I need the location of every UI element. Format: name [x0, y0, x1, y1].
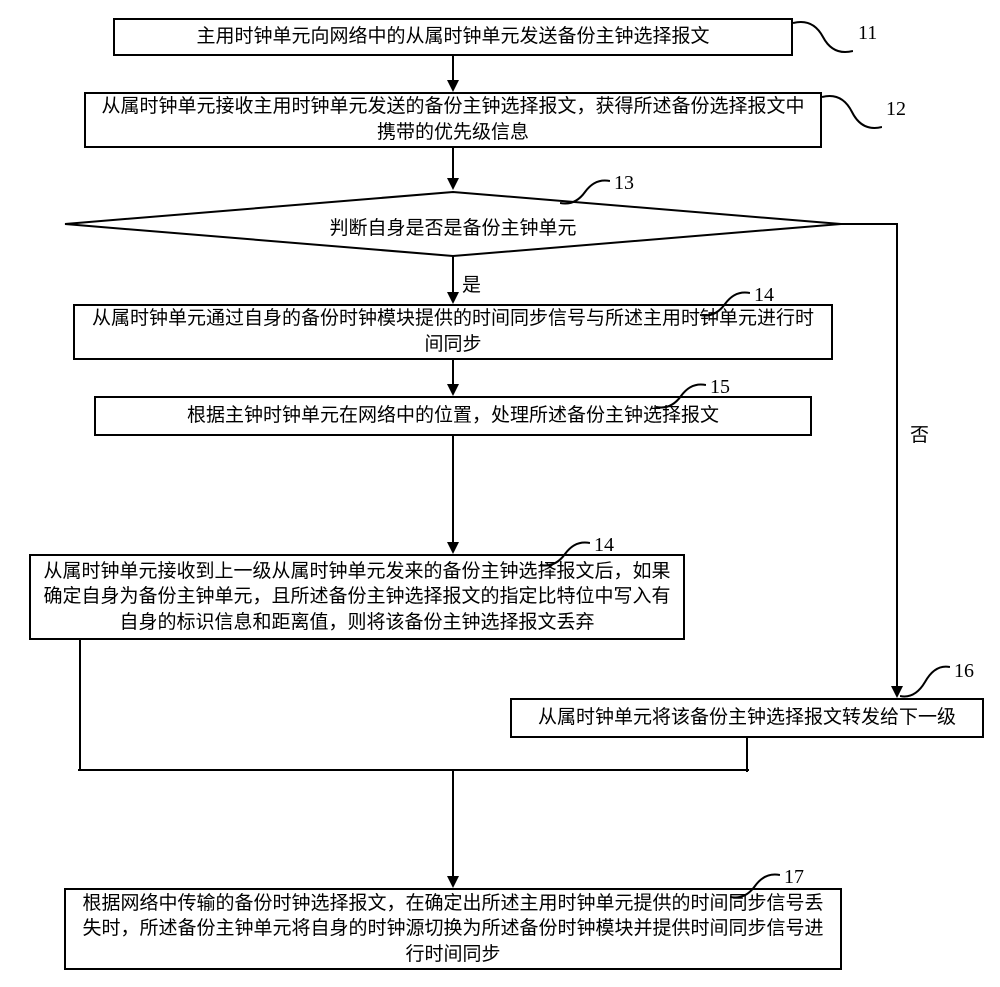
step-12-text: 从属时钟单元接收主用时钟单元发送的备份主钟选择报文，获得所述备份选择报文中携带的… [94, 94, 812, 145]
step-11-box: 主用时钟单元向网络中的从属时钟单元发送备份主钟选择报文 [113, 18, 793, 56]
step-16-num: 16 [954, 660, 974, 683]
step-13-num: 13 [614, 172, 634, 195]
step-14a-num: 14 [754, 284, 774, 307]
arrow-14-15 [447, 360, 459, 396]
step-11-num: 11 [858, 22, 877, 45]
step-12-box: 从属时钟单元接收主用时钟单元发送的备份主钟选择报文，获得所述备份选择报文中携带的… [84, 92, 822, 148]
arrow-16-down [741, 738, 753, 772]
step-12-brace [822, 92, 882, 132]
step-17-text: 根据网络中传输的备份时钟选择报文，在确定出所述主用时钟单元提供的时间同步信号丢失… [74, 891, 832, 968]
step-13-text: 判断自身是否是备份主钟单元 [63, 213, 843, 240]
step-13-brace [560, 178, 610, 208]
step-14b-text: 从属时钟单元接收到上一级从属时钟单元发来的备份主钟选择报文后，如果确定自身为备份… [39, 559, 675, 636]
step-17-brace [730, 872, 780, 902]
arrow-13-14 [447, 256, 459, 304]
step-15-num: 15 [710, 376, 730, 399]
step-11-brace [793, 18, 853, 56]
step-16-brace [900, 664, 950, 700]
step-12-num: 12 [886, 98, 906, 121]
step-16-box: 从属时钟单元将该备份主钟选择报文转发给下一级 [510, 698, 984, 738]
step-16-text: 从属时钟单元将该备份主钟选择报文转发给下一级 [538, 705, 956, 731]
step-13-diamond: 判断自身是否是备份主钟单元 [63, 190, 843, 258]
arrow-13-no [841, 224, 911, 698]
step-15-brace [656, 382, 706, 412]
arrow-merge-17 [447, 770, 459, 888]
no-label: 否 [910, 420, 929, 447]
yes-label: 是 [462, 270, 481, 297]
arrow-11-12 [447, 56, 459, 92]
step-17-num: 17 [784, 866, 804, 889]
step-11-text: 主用时钟单元向网络中的从属时钟单元发送备份主钟选择报文 [196, 24, 709, 50]
step-17-box: 根据网络中传输的备份时钟选择报文，在确定出所述主用时钟单元提供的时间同步信号丢失… [64, 888, 842, 970]
step-14b-brace [540, 540, 590, 570]
merge-line [78, 768, 749, 776]
arrow-14b-down [74, 640, 86, 770]
arrow-12-13 [447, 148, 459, 190]
step-15-text: 根据主钟时钟单元在网络中的位置，处理所述备份主钟选择报文 [187, 403, 719, 429]
arrow-15-14b [447, 436, 459, 554]
step-14b-num: 14 [594, 534, 614, 557]
step-14a-brace [700, 290, 750, 320]
